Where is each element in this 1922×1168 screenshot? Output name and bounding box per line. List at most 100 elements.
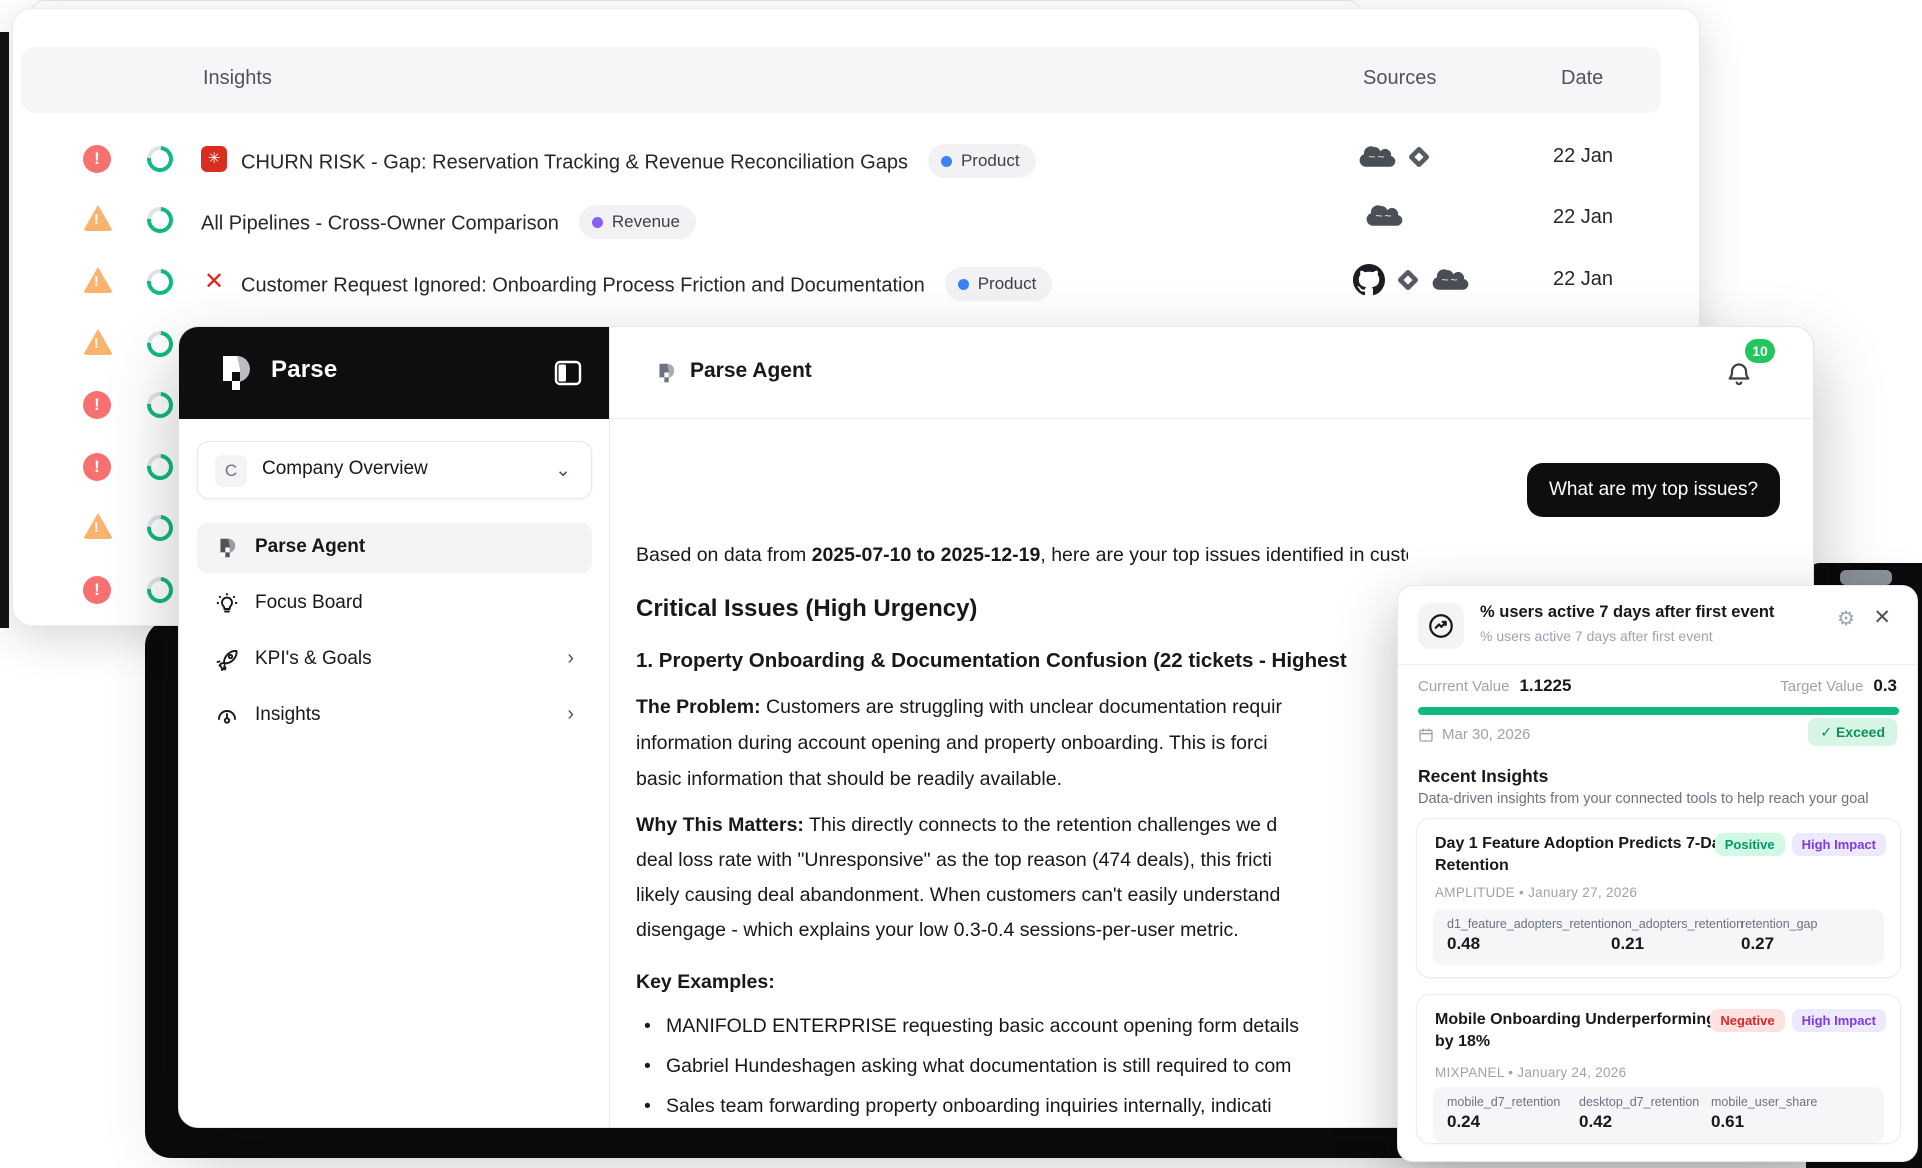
example-bullet: MANIFOLD ENTERPRISE requesting basic acc… — [636, 1015, 1408, 1038]
sidebar-collapse-icon[interactable] — [553, 358, 583, 388]
sidebar-item-label: Parse Agent — [255, 536, 365, 558]
app-name: Parse — [271, 356, 337, 384]
sidebar-item-insights[interactable]: Insights › — [197, 691, 592, 741]
example-bullet: Sales team forwarding property onboardin… — [636, 1095, 1408, 1118]
table-row[interactable]: All Pipelines - Cross-Owner Comparison Re… — [13, 193, 1699, 245]
date-value: 22 Jan — [1553, 145, 1613, 168]
impact-badge: High Impact — [1792, 1009, 1886, 1032]
insight-title: All Pipelines - Cross-Owner Comparison — [201, 213, 559, 235]
gauge-icon — [215, 704, 239, 728]
progress-ring-icon — [142, 264, 179, 301]
progress-ring-icon — [142, 141, 179, 178]
column-header-sources: Sources — [1363, 67, 1436, 90]
metrics-box: d1_feature_adopters_retention0.48 non_ad… — [1433, 909, 1884, 965]
parse-logo-icon — [213, 351, 257, 395]
current-value: 1.1225 — [1519, 676, 1571, 695]
sidebar-item-focus-board[interactable]: Focus Board — [197, 579, 592, 629]
lightbulb-icon — [215, 592, 239, 616]
warning-status-icon — [83, 329, 113, 355]
insight-title: Day 1 Feature Adoption Predicts 7-DayRet… — [1435, 833, 1730, 877]
sentiment-badge: Negative — [1710, 1009, 1784, 1032]
sidebar: Parse C Company Overview ⌄ Parse Agent F… — [179, 327, 610, 1127]
metric-value: 0.61 — [1711, 1112, 1817, 1132]
section-heading: Critical Issues (High Urgency) — [636, 595, 1408, 623]
metric-label: retention_gap — [1741, 917, 1817, 931]
divider — [1398, 664, 1917, 665]
critical-status-icon: ! — [83, 391, 111, 419]
problem-line: information during account opening and p… — [636, 725, 1408, 761]
category-tag: Revenue — [579, 205, 696, 239]
notification-bell-icon[interactable] — [1725, 361, 1753, 389]
workspace-avatar: C — [215, 455, 247, 487]
table-row[interactable]: ✕ Customer Request Ignored: Onboarding P… — [13, 255, 1699, 307]
background-window-edge — [0, 32, 9, 628]
sidebar-item-label: KPI's & Goals — [255, 648, 372, 670]
tag-dot — [941, 156, 952, 167]
progress-ring-icon — [142, 326, 179, 363]
metric-icon-chip — [1418, 603, 1464, 649]
parse-agent-icon — [215, 536, 239, 560]
current-value-label: Current Value — [1418, 678, 1509, 695]
target-value: 0.3 — [1873, 676, 1897, 695]
column-header-insights: Insights — [203, 67, 272, 90]
workspace-selector[interactable]: C Company Overview ⌄ — [197, 441, 592, 499]
recent-insights-title: Recent Insights — [1418, 766, 1548, 787]
insight-source: AMPLITUDE • January 27, 2026 — [1435, 885, 1637, 900]
insight-card[interactable]: Day 1 Feature Adoption Predicts 7-DayRet… — [1416, 818, 1901, 978]
close-icon[interactable]: ✕ — [1873, 605, 1891, 630]
metric-label: mobile_d7_retention — [1447, 1095, 1560, 1109]
gear-icon[interactable]: ⚙ — [1837, 606, 1855, 631]
table-header: Insights Sources Date — [21, 47, 1661, 113]
problem-line: The Problem: Customers are struggling wi… — [636, 689, 1408, 725]
rocket-icon — [215, 648, 239, 672]
exceed-status-badge: ✓ Exceed — [1808, 718, 1897, 746]
critical-status-icon: ! — [83, 145, 111, 173]
chevron-right-icon: › — [567, 647, 574, 670]
metric-label: mobile_user_share — [1711, 1095, 1817, 1109]
background-window-button — [1840, 570, 1892, 585]
sidebar-item-parse-agent[interactable]: Parse Agent — [197, 523, 592, 573]
tag-dot — [958, 279, 969, 290]
sidebar-header: Parse — [179, 327, 609, 419]
insight-title: CHURN RISK - Gap: Reservation Tracking &… — [241, 152, 908, 174]
jira-icon — [1403, 141, 1435, 173]
metric-label: d1_feature_adopters_retention — [1447, 917, 1618, 931]
metrics-box: mobile_d7_retention 0.24 desktop_d7_reten… — [1433, 1087, 1884, 1143]
warning-status-icon — [83, 267, 113, 293]
date-value: 22 Jan — [1553, 268, 1613, 291]
insight-card[interactable]: Mobile Onboarding Underperforming Deskto… — [1416, 994, 1901, 1144]
table-row[interactable]: ! ✳ CHURN RISK - Gap: Reservation Tracki… — [13, 132, 1699, 184]
matters-line: disengage - which explains your low 0.3-… — [636, 912, 1408, 948]
matters-line: Why This Matters: This directly connects… — [636, 807, 1408, 843]
examples-heading: Key Examples: — [636, 971, 1408, 994]
insight-title: Customer Request Ignored: Onboarding Pro… — [241, 275, 925, 297]
metric-value: 0.48 — [1447, 934, 1618, 954]
jira-icon — [1392, 264, 1424, 296]
insight-source: MIXPANEL • January 24, 2026 — [1435, 1065, 1626, 1080]
matters-line: likely causing deal abandonment. When cu… — [636, 877, 1408, 913]
github-icon — [1353, 264, 1385, 296]
progress-ring-icon — [142, 510, 179, 547]
issue-heading: 1. Property Onboarding & Documentation C… — [636, 649, 1408, 673]
parse-agent-icon — [654, 361, 678, 385]
user-message-bubble: What are my top issues? — [1527, 463, 1780, 517]
metric-value: 0.42 — [1579, 1112, 1699, 1132]
metric-label: desktop_d7_retention — [1579, 1095, 1699, 1109]
sidebar-item-label: Focus Board — [255, 592, 363, 614]
metric-value: 0.27 — [1741, 934, 1817, 954]
target-value-label: Target Value — [1780, 678, 1863, 695]
screen: Insights Sources Date ! ✳ CHURN RISK - G… — [0, 0, 1922, 1168]
cross-mark-icon: ✕ — [201, 269, 227, 295]
warning-status-icon — [83, 205, 113, 231]
recent-insights-subtitle: Data-driven insights from your connected… — [1418, 791, 1869, 807]
sidebar-item-kpis-goals[interactable]: KPI's & Goals › — [197, 635, 592, 685]
metric-value: 0.24 — [1447, 1112, 1560, 1132]
kpi-subtitle: % users active 7 days after first event — [1480, 628, 1713, 644]
siren-icon: ✳ — [201, 146, 227, 172]
notification-count-badge: 10 — [1745, 339, 1775, 363]
matters-line: deal loss rate with "Unresponsive" as th… — [636, 842, 1408, 878]
date-value: 22 Jan — [1553, 206, 1613, 229]
impact-badge: High Impact — [1792, 833, 1886, 856]
column-header-date: Date — [1561, 67, 1603, 90]
sentiment-badge: Positive — [1715, 833, 1785, 856]
